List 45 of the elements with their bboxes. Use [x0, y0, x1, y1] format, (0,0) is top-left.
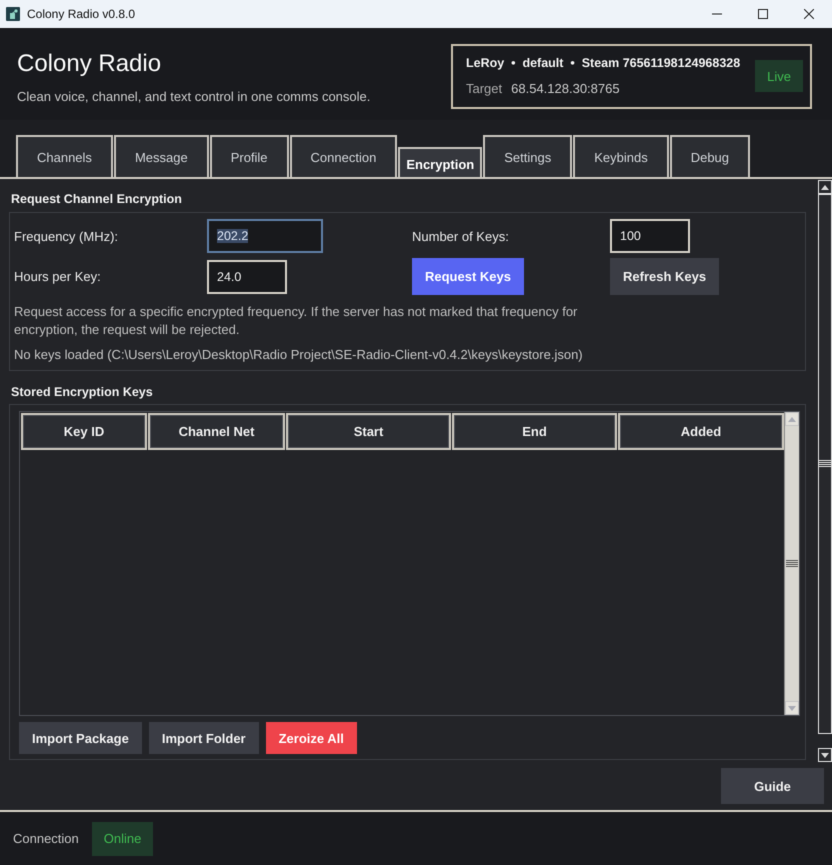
section-title: Stored Encryption Keys [10, 385, 153, 401]
column-header: Channel Net [148, 413, 285, 450]
column-header: End [452, 413, 617, 450]
guide-button[interactable]: Guide [721, 768, 824, 804]
tab[interactable]: Profile [210, 135, 289, 177]
column-header: Start [286, 413, 451, 450]
key-count-field[interactable]: 100 [610, 219, 690, 253]
field-label: Number of Keys: [412, 228, 509, 244]
app-icon [6, 7, 20, 21]
scrollbar-thumb[interactable] [818, 194, 832, 734]
status-label: Connection [13, 831, 79, 846]
import-button[interactable]: Import Package [19, 722, 142, 754]
maximize-icon [758, 9, 768, 19]
field-label: Frequency (MHz): [14, 228, 118, 244]
grip-icon [819, 460, 831, 468]
session-identity: LeRoy • default • Steam 76561198124968328 [466, 56, 740, 70]
target-label: Target [466, 81, 502, 96]
import-button[interactable]: Import Folder [148, 722, 259, 754]
request-keys-button[interactable]: Request Keys [412, 258, 524, 295]
app-title: Colony Radio [17, 50, 162, 78]
tab[interactable]: Connection [290, 135, 398, 177]
tab[interactable]: Encryption [398, 147, 482, 177]
tab[interactable]: Message [114, 135, 209, 177]
refresh-keys-button[interactable]: Refresh Keys [610, 258, 720, 295]
scroll-up-icon[interactable] [818, 180, 832, 194]
keystore-status: No keys loaded (C:\Users\Leroy\Desktop\Radio Project\SE-Radio-Client-v0.4.2\keys\keystore.json) [14, 347, 584, 362]
column-header: Key ID [21, 413, 147, 450]
tab[interactable]: Keybinds [573, 135, 669, 177]
column-header: Added [618, 413, 784, 450]
frequency-field[interactable]: 202.2 [207, 219, 323, 253]
hours-field[interactable]: 24.0 [207, 260, 287, 294]
target-address: 68.54.128.30:8765 [511, 81, 620, 96]
status-badge: Live [755, 60, 803, 92]
zeroize-button[interactable]: Zeroize All [266, 722, 357, 754]
help-text: Request access for a specific encrypted frequency. If the server has not marked that frequency for encryption, the request will be rejected. [14, 303, 578, 339]
tab[interactable]: Debug [670, 135, 750, 177]
window-title: Colony Radio v0.8.0 [27, 7, 136, 21]
section-title: Request Channel Encryption [10, 192, 182, 208]
close-icon [804, 9, 814, 19]
app-subtitle: Clean voice, channel, and text control in one comms console. [17, 89, 370, 104]
tab[interactable]: Channels [16, 135, 113, 177]
tab[interactable]: Settings [483, 135, 572, 177]
scroll-down-icon[interactable] [818, 748, 832, 762]
field-label: Hours per Key: [14, 269, 101, 284]
connection-badge: Online [92, 822, 154, 856]
